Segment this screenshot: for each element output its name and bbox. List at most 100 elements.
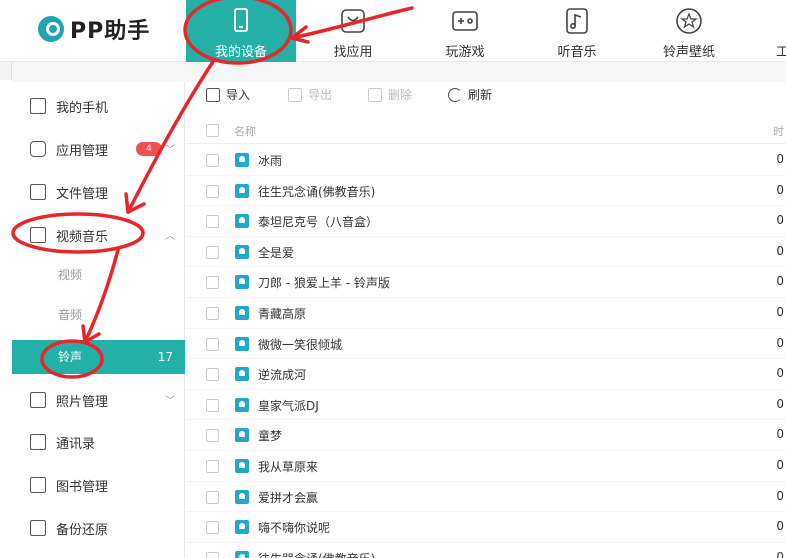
bell-icon [235,306,249,320]
top-nav-bar: PP助手 我的设备 找应用 玩游戏 听音乐 铃声壁纸 工 [0,0,786,62]
table-row[interactable]: 我从草原来 0 [186,451,786,482]
bell-icon [235,153,249,167]
ringtone-name: 冰雨 [258,154,283,168]
sidebar-item-book-management[interactable]: 图书管理 [12,465,185,505]
refresh-label: 刷新 [468,88,493,102]
nav-label: 找应用 [333,45,373,60]
ringtone-name: 泰坦尼克号（八音盒） [258,215,379,230]
ringtone-name: 刀郎 - 狼爱上羊 - 铃声版 [258,276,390,291]
row-checkbox[interactable] [206,551,219,558]
chevron-up-icon[interactable]: ︿ [165,227,175,242]
column-header-duration: 时 [773,125,784,138]
row-checkbox[interactable] [206,490,219,504]
sidebar-item-backup-restore[interactable]: 备份还原 [12,508,185,548]
sidebar-item-label: 图书管理 [56,479,109,495]
sidebar-sub-item-label: 音频 [58,308,83,322]
nav-ringtones-wallpapers[interactable]: 铃声壁纸 [634,0,744,62]
sidebar-item-app-management[interactable]: 应用管理 4 ﹀ [12,129,185,169]
nav-music[interactable]: 听音乐 [522,0,632,62]
bell-icon [235,336,249,351]
sidebar-item-my-phone[interactable]: 我的手机 [12,86,185,126]
update-badge: 4 [136,142,162,156]
bell-icon [235,550,249,558]
nav-games[interactable]: 玩游戏 [410,0,520,62]
row-checkbox[interactable] [206,521,219,535]
table-row[interactable]: 往生咒念诵(佛教音乐) 0 [186,176,786,207]
row-checkbox[interactable] [206,215,219,229]
sidebar-item-video-music[interactable]: 视频音乐 ︿ [12,215,185,255]
table-row[interactable]: 泰坦尼克号（八音盒） 0 [186,206,786,237]
delete-button[interactable]: 删除 [368,86,412,103]
row-checkbox[interactable] [206,276,219,290]
background-window-strip [12,62,786,82]
sidebar-item-label: 通讯录 [56,436,96,452]
photo-icon [30,392,46,408]
row-checkbox[interactable] [206,184,219,198]
table-row[interactable]: 皇家气派DJ 0 [186,390,786,421]
row-checkbox[interactable] [206,307,219,320]
bell-icon [235,489,249,504]
table-row[interactable]: 嗨不嗨你说呢 0 [186,512,786,543]
sidebar-sub-item-label: 铃声 [58,350,83,364]
export-button[interactable]: 导出 [288,86,332,103]
import-label: 导入 [226,88,251,102]
bell-icon [235,214,249,229]
export-label: 导出 [308,88,333,102]
row-checkbox[interactable] [206,337,219,351]
sidebar-item-contacts[interactable]: 通讯录 [12,422,185,462]
table-row[interactable]: 童梦 0 [186,420,786,451]
sidebar-sub-item-ringtone[interactable]: 铃声 17 [12,340,185,374]
table-row[interactable]: 微微一笑很倾城 0 [186,329,786,360]
table-row[interactable]: 逆流成河 0 [186,359,786,390]
ringtone-duration: 0 [776,213,784,228]
bell-icon [235,397,249,412]
export-icon [288,87,302,102]
table-row[interactable]: 往生咒念诵(佛教音乐) 0 [186,543,786,558]
ringtone-duration: 0 [776,274,784,289]
ringtone-name: 全是爱 [258,245,295,260]
sidebar-item-label: 备份还原 [56,522,109,538]
nav-label: 玩游戏 [445,45,485,60]
app-logo: PP助手 [38,12,150,46]
nav-find-apps[interactable]: 找应用 [298,0,408,62]
table-row[interactable]: 爱拼才会赢 0 [186,482,786,513]
row-checkbox[interactable] [206,460,219,473]
ringtone-name: 我从草原来 [258,460,319,474]
row-checkbox[interactable] [206,368,219,382]
select-all-checkbox[interactable] [206,124,219,137]
sidebar-sub-item-audio[interactable]: 音频 [12,298,185,332]
nav-my-device[interactable]: 我的设备 [186,0,296,62]
table-row[interactable]: 刀郎 - 狼爱上羊 - 铃声版 0 [186,267,786,298]
chevron-down-icon[interactable]: ﹀ [165,392,175,407]
phone-icon [30,98,46,114]
ringtone-duration: 0 [776,488,784,503]
import-button[interactable]: 导入 [206,86,250,103]
row-checkbox[interactable] [206,154,219,167]
star-icon [676,8,702,34]
table-row[interactable]: 全是爱 0 [186,237,786,268]
delete-label: 删除 [388,88,413,102]
import-icon [206,87,220,102]
nav-label: 铃声壁纸 [662,45,715,60]
nav-tools[interactable]: 工 [746,0,786,62]
sidebar-item-file-management[interactable]: 文件管理 [12,172,185,212]
sidebar-item-label: 文件管理 [56,186,109,202]
sidebar-sub-item-video[interactable]: 视频 [12,258,185,292]
ringtone-name: 逆流成河 [258,368,307,383]
ringtone-duration: 0 [776,366,784,381]
ringtone-name: 童梦 [258,429,283,444]
row-checkbox[interactable] [206,429,219,443]
row-checkbox[interactable] [206,245,219,259]
refresh-icon [448,87,462,102]
chevron-down-icon[interactable]: ﹀ [165,141,175,156]
row-checkbox[interactable] [206,398,219,412]
table-row[interactable]: 青藏高原 0 [186,298,786,329]
ringtone-duration: 0 [776,458,784,472]
table-row[interactable]: 冰雨 0 [186,145,786,176]
sidebar: 我的手机 应用管理 4 ﹀ 文件管理 视频音乐 ︿ 视频 音频 铃声 17 照片… [12,82,185,558]
refresh-button[interactable]: 刷新 [448,86,492,103]
trash-icon [368,87,382,102]
sidebar-item-photo-management[interactable]: 照片管理 ﹀ [12,380,185,420]
ringtone-name: 往生咒念诵(佛教音乐) [258,184,376,199]
music-icon [566,8,588,34]
